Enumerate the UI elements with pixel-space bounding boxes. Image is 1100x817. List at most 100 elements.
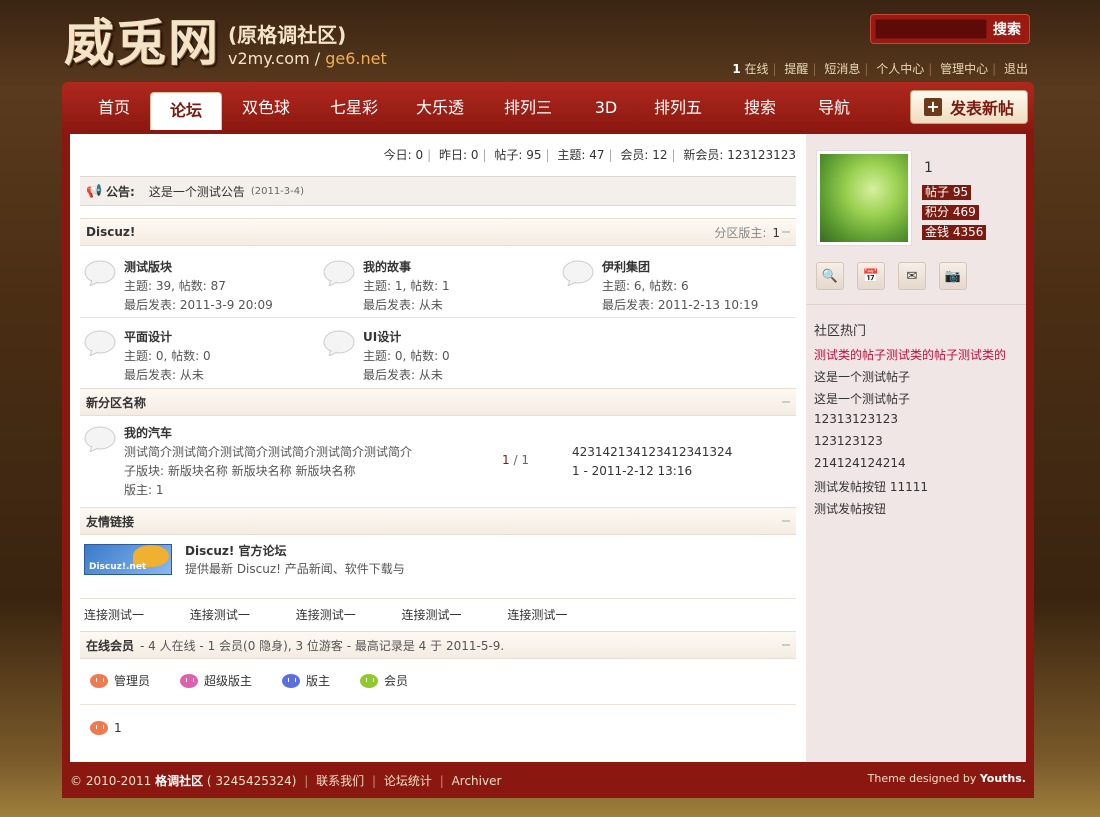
mod-icon [282,673,301,688]
section-header-online[interactable]: 在线会员 - 4 人在线 - 1 会员(0 隐身), 3 位游客 - 最高记录是… [80,631,796,659]
search-button[interactable]: 搜索 [993,19,1021,39]
text-link[interactable]: 连接测试一 [84,608,144,622]
nav-pl3[interactable]: 排列三 [494,92,562,132]
forum-desc: 测试简介测试简介测试简介测试简介测试简介测试简介 [124,445,413,459]
forum-name[interactable]: 测试版块 [124,258,273,277]
text-link[interactable]: 连接测试一 [507,608,567,622]
subforum-links[interactable]: 子版块: 新版块名称 新版块名称 新版块名称 [124,462,412,481]
archiver-link[interactable]: Archiver [452,774,502,788]
collapse-icon[interactable] [782,401,790,403]
nav-pl5[interactable]: 排列五 [644,92,712,132]
hot-title: 社区热门 [814,324,867,339]
nav-dlt[interactable]: 大乐透 [406,92,474,132]
section-header-links[interactable]: 友情链接 [80,507,796,535]
forum-name[interactable]: UI设计 [363,328,450,347]
contact-link[interactable]: 联系我们 [316,774,364,788]
forum-last-post[interactable]: 423142134123412341324 1 - 2011-2-12 13:1… [572,443,732,481]
nav-ssq[interactable]: 双色球 [232,92,300,132]
plus-icon: + [923,98,942,116]
main-content: 今日: 0 | 昨日: 0 | 帖子: 95 | 主题: 47 | 会员: 12 | 新会… [70,134,806,762]
forum-bubble-icon [84,330,116,356]
logo-url: v2my.com / ge6.net [228,49,387,68]
calendar-icon[interactable]: 📅 [857,262,885,290]
admincp-link[interactable]: 管理中心 [940,62,988,76]
stats-link[interactable]: 论坛统计 [384,774,432,788]
hot-link[interactable]: 这是一个测试帖子 [814,390,910,407]
site-logo[interactable]: 威兎网 (原格调社区) v2my.com / ge6.net [64,14,387,72]
text-link[interactable]: 连接测试一 [190,608,250,622]
section-header-newzone[interactable]: 新分区名称 [80,388,796,416]
moderator-link[interactable]: 1 [772,226,780,240]
forum-bubble-icon [562,260,594,286]
collapse-icon[interactable] [782,644,790,646]
footer: © 2010-2011 格调社区 ( 3245425324) | 联系我们 | … [70,772,1026,788]
friend-link[interactable]: Discuz! 官方论坛 提供最新 Discuz! 产品新闻、软件下载与 [185,542,405,578]
forum-counts: 1 / 1 [502,453,529,467]
section-title: 新分区名称 [86,395,147,410]
member-icon [360,673,379,688]
legend-super-mod: 超级版主 [180,672,252,689]
usercp-link[interactable]: 个人中心 [876,62,924,76]
forum-bubble-icon [323,330,355,356]
forum-bubble-icon [323,260,355,286]
section-header-discuz[interactable]: Discuz! 分区版主: 1 [80,218,796,246]
search-box: 搜索 [870,14,1030,44]
hot-link[interactable]: 测试发帖按钮 11111 [814,478,928,495]
sidebar-username[interactable]: 1 [924,160,933,176]
nav-3d[interactable]: 3D [580,92,632,132]
text-link[interactable]: 连接测试一 [402,608,462,622]
collapse-icon[interactable] [782,520,790,522]
forum-name[interactable]: 我的故事 [363,258,450,277]
speaker-icon: 📢 [86,184,103,199]
forum-name[interactable]: 我的汽车 [124,424,412,443]
hot-link[interactable]: 214124124214 [814,456,906,470]
text-link[interactable]: 连接测试一 [296,608,356,622]
admin-icon [90,721,108,735]
legend-mod: 版主 [282,672,330,689]
mail-icon[interactable]: ✉ [898,262,926,290]
site-name-link[interactable]: 格调社区 [155,774,203,788]
author-link[interactable]: Youths. [980,772,1026,785]
forum-bubble-icon [84,426,116,452]
nav-search[interactable]: 搜索 [732,92,788,132]
logo-subtitle: (原格调社区) [228,23,347,47]
nav-home[interactable]: 首页 [82,92,146,132]
new-post-button[interactable]: + 发表新帖 [910,90,1028,124]
nav-qxc[interactable]: 七星彩 [320,92,388,132]
profile-icon[interactable]: 🔍 [816,262,844,290]
section-title: 在线会员 [86,638,135,653]
forum-name[interactable]: 平面设计 [124,328,211,347]
legend-member: 会员 [360,672,408,689]
search-input[interactable] [875,19,987,39]
announcement-bar: 📢 公告: 这是一个测试公告 (2011-3-4) [80,176,796,206]
online-user[interactable]: 1 [90,721,122,735]
main-nav: 首页 论坛 双色球 七星彩 大乐透 排列三 3D 排列五 搜索 导航 [62,82,1034,134]
announcement-link[interactable]: 这是一个测试公告 [149,183,245,200]
online-summary: - 4 人在线 - 1 会员(0 隐身), 3 位游客 - 最高记录是 4 于 … [140,638,505,653]
online-link[interactable]: 在线 [745,62,769,76]
hot-link[interactable]: 测试发帖按钮 [814,500,886,517]
photo-icon[interactable]: 📷 [939,262,967,290]
hot-link[interactable]: 这是一个测试帖子 [814,368,910,385]
logout-link[interactable]: 退出 [1004,62,1028,76]
newest-member-link[interactable]: 新会员: 123123123 [683,148,796,162]
nav-guide[interactable]: 导航 [806,92,862,132]
hot-link[interactable]: 测试类的帖子测试类的帖子测试类的 [814,346,1006,363]
posts-badge: 帖子 95 [922,185,972,200]
section-title: 友情链接 [86,514,135,529]
collapse-icon[interactable] [782,231,790,233]
logo-title: 威兎网 [64,13,220,72]
money-badge: 金钱 4356 [922,225,987,240]
forum-name[interactable]: 伊利集团 [602,258,758,277]
discuz-logo[interactable]: Discuz!.net [84,544,172,575]
nav-forum[interactable]: 论坛 [150,92,222,134]
forum-moderator: 版主: 1 [124,483,164,497]
forum-stats: 今日: 0 | 昨日: 0 | 帖子: 95 | 主题: 47 | 会员: 12 | 新会… [383,148,796,162]
top-links: 1 在线 | 提醒 | 短消息 | 个人中心 | 管理中心 | 退出 [732,62,1028,76]
online-user-list: 1 [90,721,152,735]
pm-link[interactable]: 短消息 [824,62,860,76]
hot-link[interactable]: 123123123 [814,434,883,448]
remind-link[interactable]: 提醒 [784,62,808,76]
avatar[interactable] [816,150,912,246]
hot-link[interactable]: 12313123123 [814,412,898,426]
